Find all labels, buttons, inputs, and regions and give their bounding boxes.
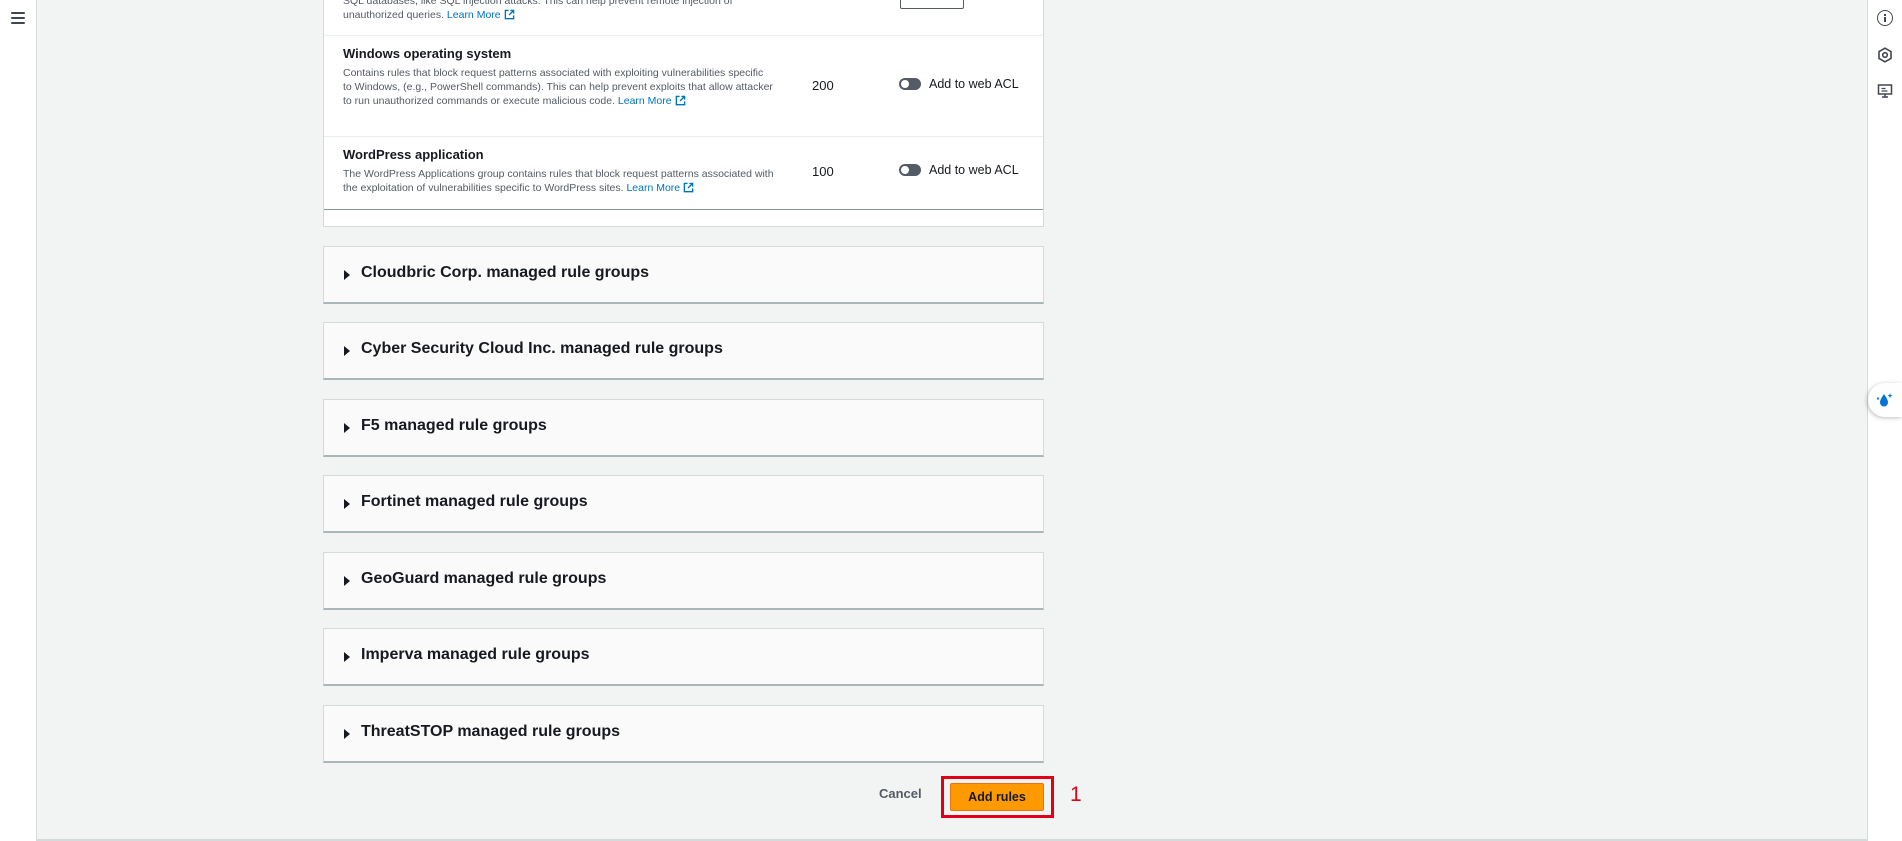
add-to-web-acl-toggle[interactable]: Add to web ACL: [899, 77, 1019, 91]
info-icon[interactable]: [1877, 10, 1893, 26]
hexagon-settings-icon[interactable]: [1877, 47, 1893, 63]
annotation-number: 1: [1070, 783, 1082, 806]
rule-capacity: 100: [812, 164, 834, 179]
group-f5[interactable]: F5 managed rule groups: [323, 399, 1044, 457]
group-label: GeoGuard managed rule groups: [361, 570, 607, 587]
toggle-label: Add to web ACL: [929, 163, 1019, 177]
left-navigation: [0, 0, 37, 841]
rule-title: WordPress application: [343, 147, 484, 162]
group-cyber-security-cloud[interactable]: Cyber Security Cloud Inc. managed rule g…: [323, 322, 1044, 380]
ai-sparkle-icon: [1876, 393, 1893, 407]
caret-right-icon: [344, 346, 350, 356]
hamburger-menu-icon[interactable]: [11, 12, 25, 24]
rule-row-sql: SQL databases, like SQL injection attack…: [324, 0, 1043, 36]
rule-row-windows: Windows operating system Contains rules …: [324, 35, 1043, 137]
group-label: Cyber Security Cloud Inc. managed rule g…: [361, 340, 723, 357]
external-link-icon: [675, 95, 685, 106]
rule-description: Contains rules that block request patter…: [343, 67, 773, 107]
learn-more-link[interactable]: Learn More: [618, 95, 686, 107]
rule-row-wordpress: WordPress application The WordPress Appl…: [324, 136, 1043, 209]
rule-description: The WordPress Applications group contain…: [343, 168, 774, 194]
group-threatstop[interactable]: ThreatSTOP managed rule groups: [323, 705, 1044, 763]
caret-right-icon: [344, 729, 350, 739]
group-label: Cloudbric Corp. managed rule groups: [361, 264, 650, 281]
rule-title: Windows operating system: [343, 46, 512, 61]
capacity-input[interactable]: [900, 0, 964, 9]
group-label: Fortinet managed rule groups: [361, 493, 588, 510]
group-label: ThreatSTOP managed rule groups: [361, 723, 621, 740]
assistant-button[interactable]: [1868, 383, 1902, 417]
caret-right-icon: [344, 499, 350, 509]
group-fortinet[interactable]: Fortinet managed rule groups: [323, 475, 1044, 533]
monitor-icon[interactable]: [1877, 83, 1893, 99]
caret-right-icon: [344, 270, 350, 280]
toggle-switch[interactable]: [899, 78, 921, 90]
caret-right-icon: [344, 576, 350, 586]
rule-capacity: 200: [812, 78, 834, 93]
learn-more-link[interactable]: Learn More: [447, 9, 515, 21]
external-link-icon: [504, 9, 514, 20]
caret-right-icon: [344, 423, 350, 433]
group-cloudbric[interactable]: Cloudbric Corp. managed rule groups: [323, 246, 1044, 304]
table-divider: [324, 209, 1043, 210]
toggle-switch[interactable]: [899, 164, 921, 176]
form-actions: Cancel Add rules 1: [0, 776, 1902, 818]
learn-more-link[interactable]: Learn More: [626, 182, 694, 194]
add-to-web-acl-toggle[interactable]: Add to web ACL: [899, 163, 1019, 177]
caret-right-icon: [344, 652, 350, 662]
group-label: F5 managed rule groups: [361, 417, 547, 434]
group-label: Imperva managed rule groups: [361, 646, 590, 663]
external-link-icon: [683, 182, 694, 193]
rules-table-panel: SQL databases, like SQL injection attack…: [323, 0, 1044, 227]
toggle-label: Add to web ACL: [929, 77, 1019, 91]
cancel-button[interactable]: Cancel: [873, 778, 923, 808]
add-rules-button[interactable]: Add rules: [950, 783, 1044, 811]
group-imperva[interactable]: Imperva managed rule groups: [323, 628, 1044, 686]
rule-description: SQL databases, like SQL injection attack…: [343, 0, 733, 21]
right-tool-rail: [1867, 0, 1902, 841]
group-geoguard[interactable]: GeoGuard managed rule groups: [323, 552, 1044, 610]
